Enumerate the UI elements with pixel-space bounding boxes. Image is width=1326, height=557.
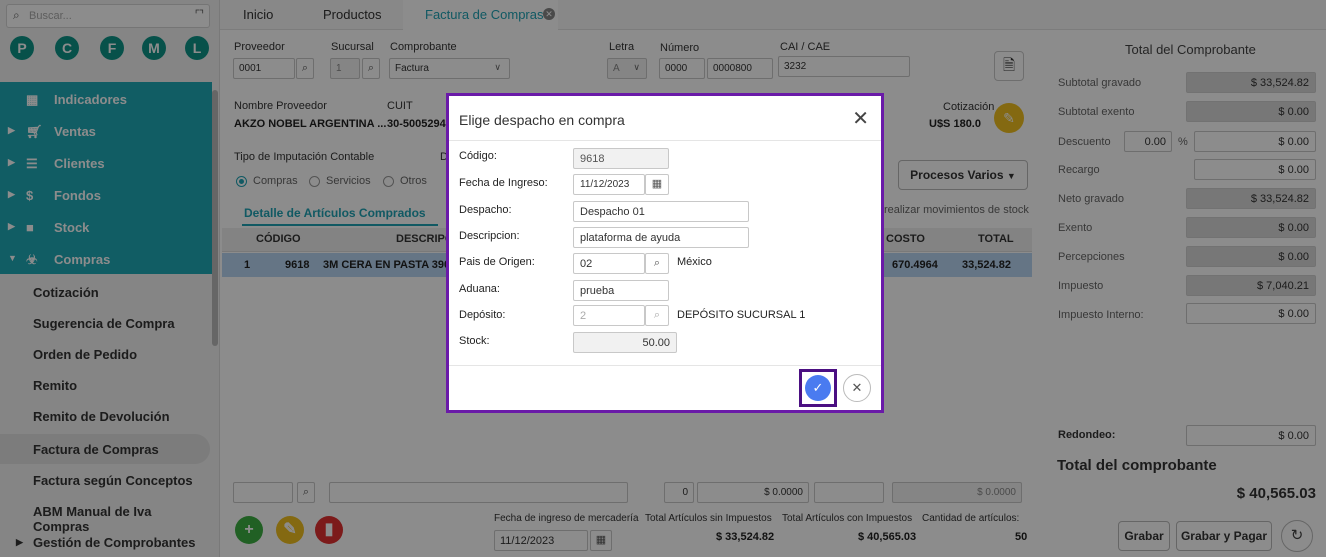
deposito-name: DEPÓSITO SUCURSAL 1: [677, 309, 806, 321]
dialog-title: Elige despacho en compra: [459, 112, 625, 128]
pais-search-icon[interactable]: ⌕: [645, 253, 669, 274]
codigo-label: Código:: [459, 150, 497, 162]
descripcion-label: Descripcion:: [459, 230, 520, 242]
aduana-label: Aduana:: [459, 283, 500, 295]
confirm-check-icon[interactable]: ✓: [805, 375, 831, 401]
despacho-label: Despacho:: [459, 204, 512, 216]
codigo-input: 9618: [573, 148, 669, 169]
confirm-highlight: ✓: [799, 369, 837, 407]
fecha-input[interactable]: 11/12/2023: [573, 174, 645, 195]
pais-label: Pais de Origen:: [459, 256, 535, 268]
close-icon[interactable]: ✕: [852, 106, 869, 131]
pais-name: México: [677, 256, 712, 268]
stock-input: 50.00: [573, 332, 677, 353]
deposito-input: 2: [573, 305, 645, 326]
pais-input[interactable]: 02: [573, 253, 645, 274]
cancel-x-icon[interactable]: ✕: [843, 374, 871, 402]
fecha-label: Fecha de Ingreso:: [459, 177, 548, 189]
despacho-dialog: Elige despacho en compra ✕ Código: 9618 …: [446, 93, 884, 413]
aduana-input[interactable]: prueba: [573, 280, 669, 301]
stock-label: Stock:: [459, 335, 490, 347]
deposito-label: Depósito:: [459, 309, 506, 321]
deposito-search-icon: ⌕: [645, 305, 669, 326]
descripcion-input[interactable]: plataforma de ayuda: [573, 227, 749, 248]
divider: [449, 365, 881, 366]
despacho-input[interactable]: Despacho 01: [573, 201, 749, 222]
divider: [449, 140, 881, 141]
calendar-icon[interactable]: ▦: [645, 174, 669, 195]
